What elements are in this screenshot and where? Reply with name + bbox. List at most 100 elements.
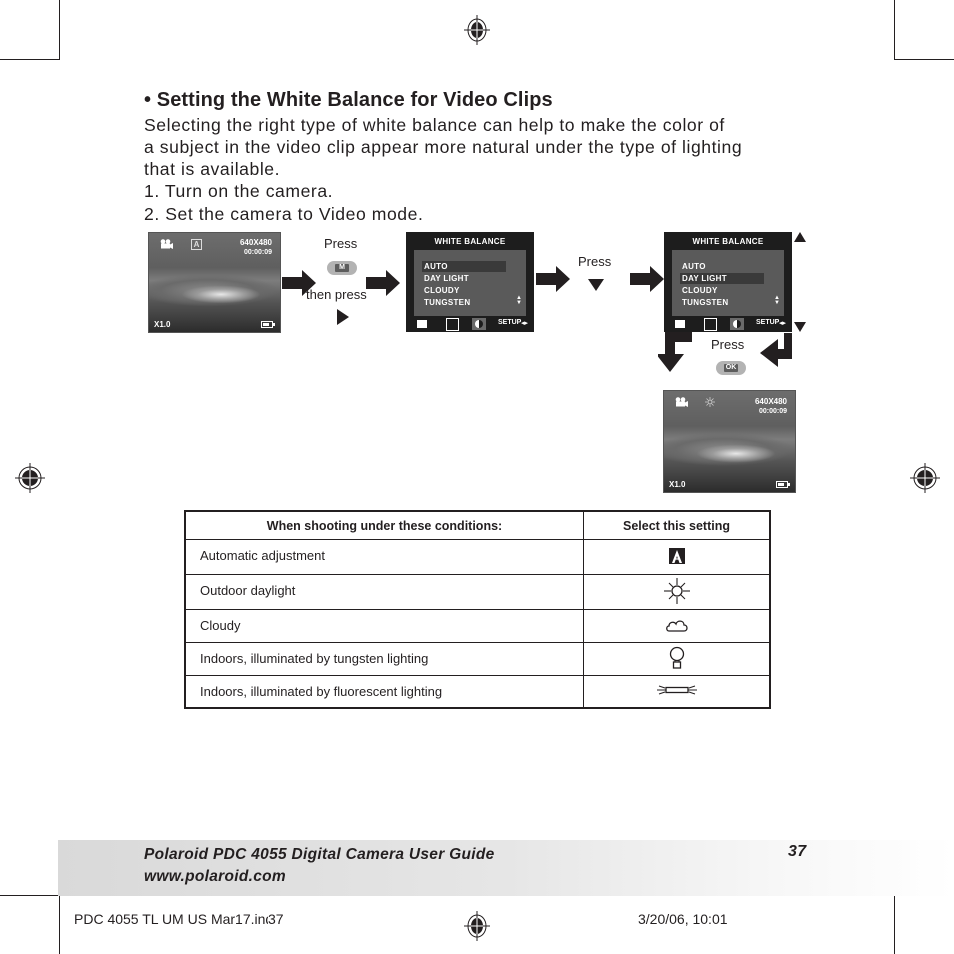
setting-cell [583,675,771,708]
camera-preview-screen: A 640X480 00:00:09 X1.0 [148,232,281,333]
menu-item-cloudy[interactable]: CLOUDY [682,286,718,295]
menu-title: WHITE BALANCE [434,237,506,246]
menu-item-auto[interactable]: AUTO [682,262,706,271]
slug-filename: PDC 4055 TL UM US Mar17.indd [74,911,281,927]
ok-button[interactable]: OK [716,361,746,375]
condition-cell: Automatic adjustment [184,539,584,575]
left-right-icon: ◂▸ [521,320,529,327]
crop-mark [0,895,60,896]
up-button-icon [794,232,806,242]
registration-mark-icon [464,911,490,941]
video-camera-icon [160,239,173,249]
setting-cell [583,642,771,676]
auto-wb-icon [668,547,685,564]
table-row: Cloudy [184,609,771,643]
column-header: Select this setting [583,510,771,540]
table-row: Indoors, illuminated by tungsten lightin… [184,642,771,676]
condition-cell: Outdoor daylight [184,574,584,610]
auto-wb-icon: A [191,239,202,250]
daylight-icon [705,397,715,407]
resolution-label: 640X480 [239,238,272,247]
menu-tab-bar: SETUP ◂▸ [664,318,792,332]
down-button-icon [794,322,806,332]
down-button-icon [588,279,604,291]
menu-item-daylight[interactable]: DAY LIGHT [424,274,469,283]
time-label: 00:00:09 [243,249,272,256]
sun-icon [663,577,690,604]
camera-tab-icon[interactable] [675,320,685,328]
table-row: Indoors, illuminated by fluorescent ligh… [184,675,771,708]
instruction-press: Press [711,337,745,352]
video-camera-icon [675,397,688,407]
white-balance-menu-screen: WHITE BALANCE AUTO DAY LIGHT CLOUDY TUNG… [664,232,792,332]
setting-cell [583,574,771,610]
arrow-right-icon [536,266,570,292]
table-row: Outdoor daylight [184,574,771,610]
intro-line: a subject in the video clip appear more … [144,137,743,157]
menu-panel: AUTO DAY LIGHT CLOUDY TUNGSTEN ▲ ▼ [414,250,526,316]
menu-button[interactable]: M [327,261,357,275]
instruction-press: Press [578,254,612,269]
slug-datetime: 3/20/06, 10:01 [638,911,728,927]
right-button-icon [337,309,349,325]
section-heading: • Setting the White Balance for Video Cl… [144,89,553,111]
instruction-press: Press [324,236,358,251]
crop-mark [59,0,60,60]
page-number: 37 [788,843,807,860]
left-right-icon: ◂▸ [779,320,787,327]
wb-tab-icon[interactable] [472,318,486,330]
intro-line: Selecting the right type of white balanc… [144,115,725,135]
zoom-label: X1.0 [154,320,171,329]
menu-item-daylight[interactable]: DAY LIGHT [682,274,727,283]
registration-mark-icon [15,463,45,493]
menu-item-tungsten[interactable]: TUNGSTEN [424,298,470,307]
resolution-label: 640X480 [754,397,787,406]
menu-panel: AUTO DAY LIGHT CLOUDY TUNGSTEN ▲ ▼ [672,250,784,316]
step-item: 1. Turn on the camera. [144,181,334,201]
condition-cell: Indoors, illuminated by tungsten lightin… [184,642,584,676]
ok-button-label: OK [724,364,738,372]
menu-item-auto[interactable]: AUTO [424,262,448,271]
setup-tab[interactable]: SETUP [756,319,779,326]
elbow-arrow-down-icon [658,332,692,372]
battery-icon [776,481,790,488]
white-balance-table: When shooting under these conditions: Se… [184,510,771,709]
quality-tab-icon[interactable] [704,318,717,331]
setting-cell [583,609,771,643]
condition-cell: Indoors, illuminated by fluorescent ligh… [184,675,584,708]
battery-icon [261,321,275,328]
setup-tab[interactable]: SETUP [498,319,521,326]
quality-tab-icon[interactable] [446,318,459,331]
instruction-then-press: then press [306,287,367,302]
condition-cell: Cloudy [184,609,584,643]
elbow-arrow-left-icon [760,333,792,367]
step-item: 2. Set the camera to Video mode. [144,204,424,224]
crop-mark [59,895,60,954]
menu-button-label: M [335,264,349,272]
slug-page-overlay: 37 [268,911,284,927]
camera-result-screen: 640X480 00:00:09 X1.0 [663,390,796,493]
zoom-label: X1.0 [669,480,686,489]
crop-mark [894,895,895,954]
crop-mark [0,59,60,60]
table-header-row: When shooting under these conditions: Se… [184,510,771,540]
footer-url[interactable]: www.polaroid.com [144,868,286,886]
scroll-indicator-icon: ▲ ▼ [516,295,522,306]
setting-cell [583,539,771,575]
menu-item-tungsten[interactable]: TUNGSTEN [682,298,728,307]
arrow-right-icon [366,270,400,296]
registration-mark-icon [910,463,940,493]
menu-tab-bar: SETUP ◂▸ [406,318,534,332]
cloud-icon [665,619,688,632]
menu-title: WHITE BALANCE [692,237,764,246]
bulb-icon [669,646,684,669]
scroll-indicator-icon: ▲ ▼ [774,295,780,306]
arrow-right-icon [630,266,664,292]
time-label: 00:00:09 [758,408,787,415]
menu-item-cloudy[interactable]: CLOUDY [424,286,460,295]
wb-tab-icon[interactable] [730,318,744,330]
camera-tab-icon[interactable] [417,320,427,328]
intro-line: that is available. [144,159,281,179]
registration-mark-icon [464,15,490,45]
crop-mark [894,59,954,60]
